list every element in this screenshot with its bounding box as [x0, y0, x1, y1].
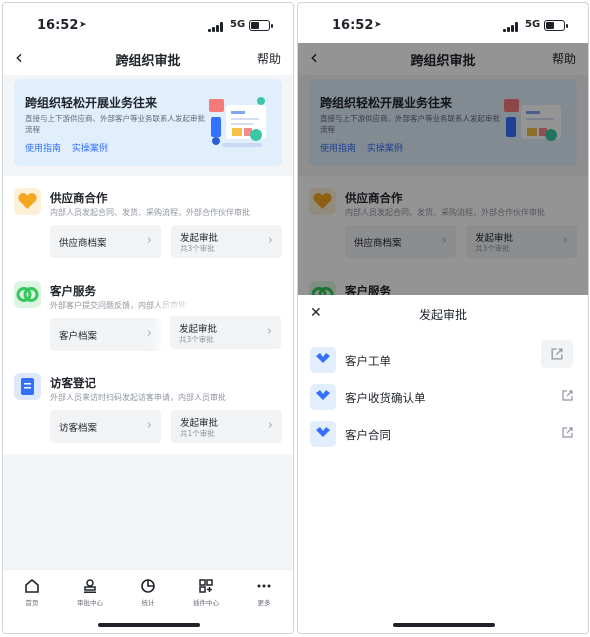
- heart-handshake-icon: [14, 188, 41, 215]
- tab-bar: 首页 审批中心 统计 插件中心 更多: [3, 569, 293, 633]
- external-link-icon: [551, 348, 563, 360]
- highlight-callout: 发起审批 共3个审批 ›: [163, 308, 289, 358]
- chevron-right-icon: ›: [267, 418, 273, 433]
- visitor-form-icon: [14, 373, 41, 400]
- grid-plus-icon: [199, 579, 213, 593]
- customer-archive-button[interactable]: 客户档案 ›: [50, 318, 161, 351]
- approval-count: 共3个审批: [180, 244, 215, 253]
- signal-icon: [208, 22, 226, 32]
- battery-icon: [544, 20, 568, 31]
- section-description: 外部人员来访时扫码发起访客申请，内部人员审批: [50, 393, 226, 402]
- banner-title: 跨组织轻松开展业务往来: [25, 96, 158, 110]
- tab-label: 首页: [25, 599, 39, 607]
- status-bar: 16:52 ➤ 5G: [298, 3, 588, 43]
- section-supplier: 供应商合作 内部人员发起合同、发货、采购流程，外部合作伙伴审批 供应商档案 › …: [3, 180, 293, 272]
- stamp-icon: [84, 579, 96, 593]
- tab-approval-center[interactable]: 审批中心: [70, 578, 110, 607]
- home-icon: [25, 578, 39, 593]
- phone-screen-left: 16:52 ➤ 5G ‹ 跨组织审批 帮助 跨组织轻松开展业务往来 直接与上下游…: [2, 2, 294, 634]
- external-link-icon[interactable]: [561, 389, 574, 402]
- pie-chart-icon: [141, 579, 155, 593]
- help-button[interactable]: 帮助: [257, 50, 281, 67]
- chevron-right-icon: ›: [146, 233, 152, 248]
- sheet-item-customer-contract[interactable]: 客户合同: [298, 419, 588, 456]
- pill-label: 发起审批: [180, 418, 219, 429]
- customer-start-approval-button[interactable]: 发起审批 共3个审批 ›: [170, 316, 281, 349]
- sheet-title: 发起审批: [418, 308, 467, 322]
- nav-bar: ‹ 跨组织审批 帮助: [3, 43, 293, 75]
- sheet-item-label: 客户收货确认单: [345, 391, 426, 405]
- phone-screen-right: 16:52 ➤ 5G ‹ 跨组织审批 帮助 跨组织轻松开展业务往来 直接与上下游…: [297, 2, 589, 634]
- tab-statistics[interactable]: 统计: [128, 578, 168, 607]
- section-title: 客户服务: [50, 284, 96, 298]
- tab-label: 更多: [257, 599, 271, 607]
- tab-home[interactable]: 首页: [12, 578, 52, 607]
- visitor-archive-button[interactable]: 访客档案 ›: [50, 410, 161, 443]
- home-indicator: [393, 623, 495, 627]
- section-visitor: 访客登记 外部人员来访时扫码发起访客申请，内部人员审批 访客档案 › 发起审批 …: [3, 365, 293, 457]
- approval-count: 共3个审批: [179, 335, 214, 344]
- status-time: 16:52: [37, 18, 79, 33]
- network-label: 5G: [230, 19, 246, 30]
- network-label: 5G: [525, 19, 541, 30]
- case-link[interactable]: 实操案例: [72, 144, 108, 154]
- tab-label: 统计: [141, 599, 155, 607]
- approval-form-icon: [310, 384, 336, 410]
- chevron-right-icon: ›: [146, 326, 152, 341]
- external-link-icon[interactable]: [561, 426, 574, 439]
- supplier-start-approval-button[interactable]: 发起审批 共3个审批 ›: [171, 225, 282, 258]
- visitor-start-approval-button[interactable]: 发起审批 共1个审批 ›: [171, 410, 282, 443]
- banner-illustration-icon: [209, 97, 266, 147]
- location-arrow-icon: ➤: [374, 20, 382, 30]
- banner-description: 直接与上下游供应商、外部客户等业务联系人发起审批流程: [25, 114, 205, 134]
- approval-form-icon: [310, 347, 336, 373]
- location-arrow-icon: ➤: [79, 20, 87, 30]
- tab-plugins[interactable]: 插件中心: [186, 578, 226, 607]
- section-title: 供应商合作: [50, 191, 108, 205]
- pill-label: 发起审批: [179, 324, 218, 335]
- battery-icon: [249, 20, 273, 31]
- pill-label: 发起审批: [180, 233, 219, 244]
- sheet-item-label: 客户工单: [345, 354, 391, 368]
- tab-label: 审批中心: [77, 599, 103, 607]
- tab-more[interactable]: 更多: [244, 578, 284, 607]
- pill-label: 客户档案: [59, 331, 98, 342]
- status-bar: 16:52 ➤ 5G: [3, 3, 293, 43]
- section-description: 内部人员发起合同、发货、采购流程，外部合作伙伴审批: [50, 208, 250, 217]
- section-title: 访客登记: [50, 376, 96, 390]
- modal-backdrop[interactable]: [298, 43, 588, 295]
- home-indicator: [98, 623, 200, 627]
- supplier-archive-button[interactable]: 供应商档案 ›: [50, 225, 161, 258]
- more-dots-icon: [257, 584, 271, 588]
- signal-icon: [503, 22, 521, 32]
- highlight-callout: [531, 331, 585, 377]
- open-external-button[interactable]: [541, 340, 573, 368]
- intro-banner: 跨组织轻松开展业务往来 直接与上下游供应商、外部客户等业务联系人发起审批流程 使…: [14, 79, 282, 166]
- sheet-item-label: 客户合同: [345, 428, 391, 442]
- sheet-item-delivery-confirmation[interactable]: 客户收货确认单: [298, 382, 588, 419]
- pill-label: 访客档案: [59, 423, 98, 434]
- status-time: 16:52: [332, 18, 374, 33]
- chevron-right-icon: ›: [267, 233, 273, 248]
- tab-label: 插件中心: [193, 599, 219, 607]
- chevron-right-icon: ›: [146, 418, 152, 433]
- guide-link[interactable]: 使用指南: [25, 144, 61, 154]
- chevron-right-icon: ›: [266, 324, 272, 339]
- two-circles-icon: [14, 281, 41, 308]
- pill-label: 供应商档案: [59, 238, 107, 249]
- approval-count: 共1个审批: [180, 429, 215, 438]
- approval-form-icon: [310, 421, 336, 447]
- page-title: 跨组织审批: [115, 54, 181, 69]
